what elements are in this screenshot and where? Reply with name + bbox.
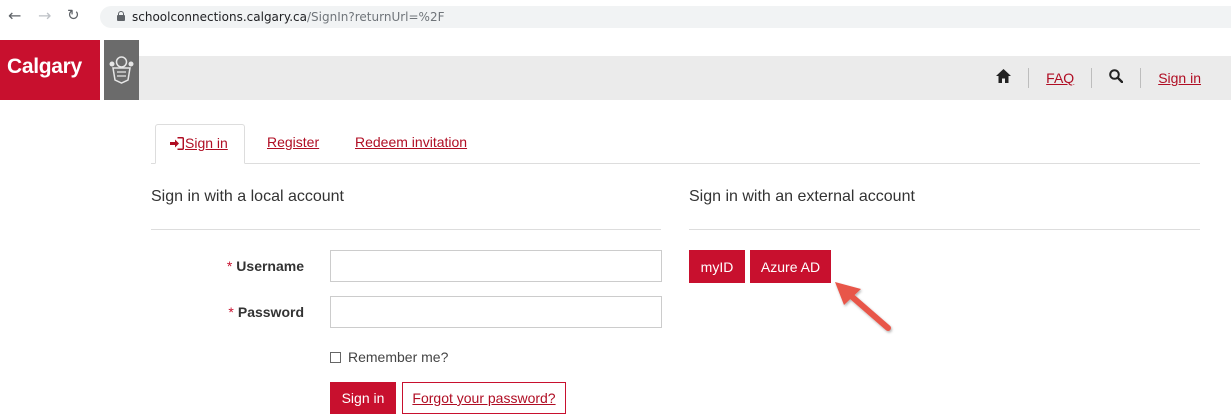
username-input[interactable] (330, 250, 662, 282)
password-label-text: Password (237, 304, 304, 320)
forward-icon[interactable]: → (38, 6, 51, 25)
header-nav: FAQ Sign in (996, 56, 1201, 100)
username-label: * Username (174, 258, 304, 274)
search-icon[interactable] (1109, 68, 1124, 88)
calgary-logo[interactable]: Calgary (0, 40, 100, 100)
site-header: Calgary FAQ Sign in (0, 40, 1231, 100)
username-label-text: Username (236, 258, 304, 274)
forgot-password-link[interactable]: Forgot your password? (402, 382, 566, 414)
back-icon[interactable]: ← (8, 6, 21, 25)
sign-in-icon (170, 127, 185, 163)
home-icon[interactable] (996, 68, 1012, 88)
nav-separator (1140, 68, 1142, 88)
url-text: schoolconnections.calgary.ca/SignIn?retu… (132, 10, 445, 24)
address-bar[interactable]: schoolconnections.calgary.ca/SignIn?retu… (100, 6, 1231, 28)
remember-me-label: Remember me? (348, 349, 449, 365)
sign-in-button[interactable]: Sign in (330, 382, 396, 414)
required-mark: * (228, 304, 234, 320)
header-bar: FAQ Sign in (139, 56, 1231, 100)
password-input[interactable] (330, 296, 662, 328)
local-divider (151, 229, 661, 230)
annotation-arrow-icon (835, 282, 891, 331)
reload-icon[interactable]: ↻ (67, 6, 80, 24)
tab-register[interactable]: Register (267, 124, 319, 164)
external-account-title: Sign in with an external account (689, 188, 915, 205)
remember-me[interactable]: Remember me? (330, 349, 448, 365)
browser-toolbar: ← → ↻ schoolconnections.calgary.ca/SignI… (0, 0, 1231, 34)
brand-text: Calgary (7, 55, 82, 78)
crest-icon (104, 40, 139, 100)
tab-sign-in-label: Sign in (185, 135, 228, 151)
auth-tabs: Sign in Register Redeem invitation (151, 124, 1200, 164)
nav-separator (1028, 68, 1030, 88)
azure-ad-button[interactable]: Azure AD (750, 250, 831, 283)
header-sign-in-link[interactable]: Sign in (1158, 70, 1201, 86)
myid-button[interactable]: myID (689, 250, 745, 283)
lock-icon (117, 11, 125, 21)
external-divider (689, 229, 1200, 230)
remember-me-checkbox[interactable] (330, 351, 341, 363)
required-mark: * (226, 258, 233, 274)
password-label: * Password (174, 304, 304, 320)
tab-redeem-invitation[interactable]: Redeem invitation (355, 124, 467, 164)
faq-link[interactable]: FAQ (1046, 70, 1074, 86)
local-account-title: Sign in with a local account (151, 188, 344, 205)
nav-separator (1091, 68, 1093, 88)
tab-sign-in[interactable]: Sign in (155, 124, 245, 164)
